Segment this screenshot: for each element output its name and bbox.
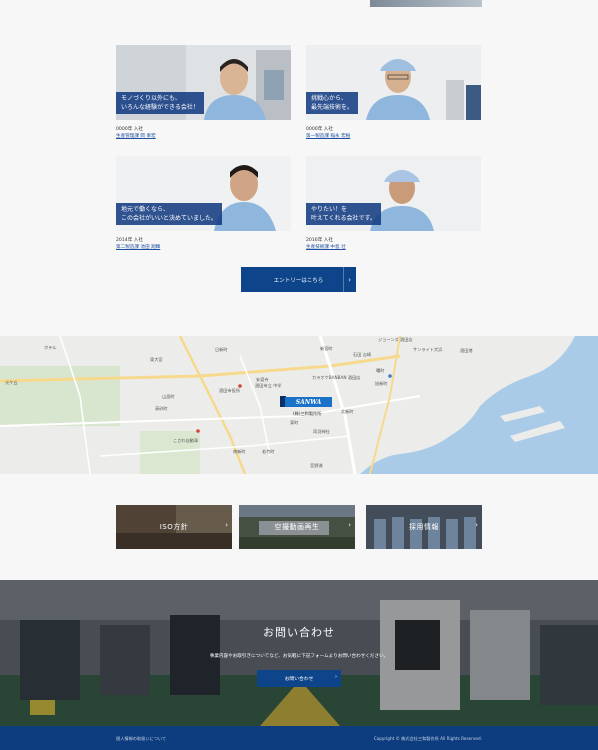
access-map[interactable]: ホテル 東大宮 日新町 安渡寺 新宮町 石田 吉崎 酒田市役所 酒田市立 中学 … <box>0 336 598 474</box>
map-place-label: ホテル <box>44 345 57 350</box>
recruit-card-label: 採用情報 <box>409 523 439 531</box>
staff-card[interactable]: 地元で働くなら、 この会社がいいと決めていました。 2014年 入社 第二製造課… <box>116 156 291 251</box>
staff-meta: 2016年 入社 生産技術課 中島 壮 <box>306 237 481 251</box>
map-company-marker: SANWA <box>285 397 332 407</box>
chevron-right-icon: › <box>343 267 351 292</box>
staff-name-link[interactable]: 第二製造課 池田 翔輝 <box>116 244 291 251</box>
chevron-right-icon: › <box>475 521 478 529</box>
map-place-label: 旭新町 <box>375 381 388 386</box>
staff-photo: 挑戦心から、 最先端技術を。 <box>306 45 481 120</box>
map-place-label: 日新町 <box>215 347 228 352</box>
staff-meta: 2014年 入社 第二製造課 池田 翔輝 <box>116 237 291 251</box>
map-place-label: 宮野浦 <box>310 463 323 468</box>
staff-card[interactable]: やりたい！を 叶えてくれる会社です。 2016年 入社 生産技術課 中島 壮 <box>306 156 481 251</box>
map-place-label: 山居町 <box>162 394 175 399</box>
staff-join-year: 2016年 入社 <box>306 238 333 243</box>
staff-name-link[interactable]: 生産管理課 岡 幸宏 <box>116 133 291 140</box>
map-place-label: 光ケ丘 <box>5 380 18 385</box>
staff-caption: やりたい！を 叶えてくれる会社です。 <box>306 203 381 225</box>
chevron-right-icon: › <box>348 521 351 529</box>
map-place-label: 若竹町 <box>262 449 275 454</box>
staff-photo: モノづくり以外にも、 いろんな経験ができる会社！ <box>116 45 291 120</box>
staff-photo: 地元で働くなら、 この会社がいいと決めていました。 <box>116 156 291 231</box>
page: モノづくり以外にも、 いろんな経験ができる会社！ 0000年 入社 生産管理課 … <box>0 0 598 750</box>
staff-card[interactable]: 挑戦心から、 最先端技術を。 0000年 入社 第一製造課 稲永 宏樹 <box>306 45 481 140</box>
copyright: Copyright © 株式会社三和製作所 All Rights Reserve… <box>373 736 482 741</box>
map-place-label: 曙町 <box>376 368 385 373</box>
staff-caption: 挑戦心から、 最先端技術を。 <box>306 92 359 114</box>
map-place-label: 酒田市立 中学 <box>255 383 282 388</box>
chevron-right-icon: › <box>225 521 228 529</box>
contact-button-label: お問い合わせ <box>284 677 314 682</box>
iso-policy-card[interactable]: ISO方針 › <box>116 505 232 549</box>
map-place-label: カラオケBANBAN 酒田店 <box>312 375 361 380</box>
top-image-edge <box>370 0 482 7</box>
recruit-card[interactable]: 採用情報 › <box>366 505 482 549</box>
map-place-label: ジョーンズ 酒田店 <box>378 337 413 342</box>
map-place-label: 東町 <box>290 420 299 425</box>
contact-section: お問い合わせ 事業内容やお取引きについてなど、お気軽に下記フォームよりお問い合わ… <box>0 580 598 726</box>
staff-name-link[interactable]: 生産技術課 中島 壮 <box>306 244 481 251</box>
aerial-video-card[interactable]: 空撮動画再生 › <box>239 505 355 549</box>
map-company-label: (株)三和製作所 <box>293 411 322 416</box>
map-place-label: 南新町 <box>233 449 246 454</box>
map-place-label: 石田 吉崎 <box>353 352 372 357</box>
contact-title: お問い合わせ <box>263 626 335 639</box>
staff-meta: 0000年 入社 第一製造課 稲永 宏樹 <box>306 126 481 140</box>
map-place-label: 酒田市役所 <box>219 388 240 393</box>
map-place-label: 北新町 <box>341 409 354 414</box>
staff-card[interactable]: モノづくり以外にも、 いろんな経験ができる会社！ 0000年 入社 生産管理課 … <box>116 45 291 140</box>
map-place-label: サンライト大浜 <box>413 347 443 352</box>
map-place-label: 東大宮 <box>150 357 163 362</box>
map-place-label: 高砂町 <box>155 406 168 411</box>
entry-button[interactable]: エントリーはこちら › <box>241 267 356 292</box>
entry-button-label: エントリーはこちら <box>273 277 324 284</box>
map-place-label: 酒田港 <box>460 348 473 353</box>
map-place-label: こさわ自動車 <box>173 438 199 443</box>
aerial-card-label: 空撮動画再生 <box>274 523 320 531</box>
staff-join-year: 0000年 入社 <box>306 127 333 132</box>
footer: 個人情報の取扱いについて Copyright © 株式会社三和製作所 All R… <box>0 726 598 750</box>
contact-description: 事業内容やお取引きについてなど、お気軽に下記フォームよりお問い合わせください。 <box>209 654 389 659</box>
map-place-label: 両羽神社 <box>313 429 330 434</box>
staff-caption: モノづくり以外にも、 いろんな経験ができる会社！ <box>116 92 204 114</box>
privacy-policy-link[interactable]: 個人情報の取扱いについて <box>116 736 166 742</box>
staff-meta: 0000年 入社 生産管理課 岡 幸宏 <box>116 126 291 140</box>
staff-caption: 地元で働くなら、 この会社がいいと決めていました。 <box>116 203 223 225</box>
staff-join-year: 2014年 入社 <box>116 238 143 243</box>
map-place-label: 新宮町 <box>320 346 333 351</box>
staff-name-link[interactable]: 第一製造課 稲永 宏樹 <box>306 133 481 140</box>
staff-photo: やりたい！を 叶えてくれる会社です。 <box>306 156 481 231</box>
chevron-right-icon: › <box>335 674 337 680</box>
staff-join-year: 0000年 入社 <box>116 127 143 132</box>
iso-card-label: ISO方針 <box>159 523 189 531</box>
contact-button[interactable]: お問い合わせ › <box>257 670 341 687</box>
